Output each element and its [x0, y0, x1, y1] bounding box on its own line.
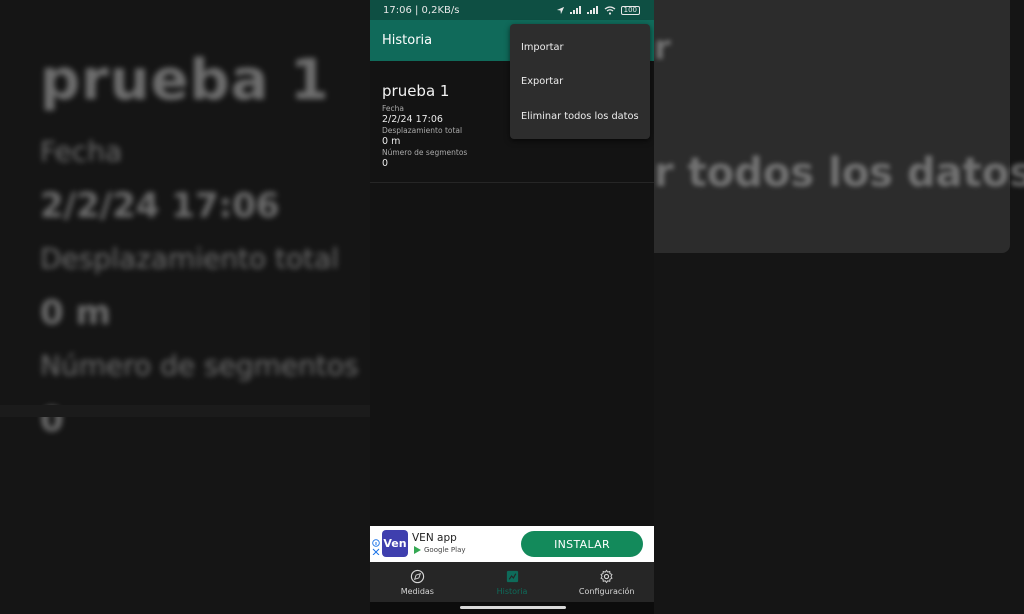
gear-icon: [600, 569, 613, 583]
backdrop-segments-label: Número de segmentos: [40, 349, 359, 382]
tab-medidas[interactable]: Medidas: [370, 562, 465, 602]
status-time: 17:06 | 0,2KB/s: [383, 4, 460, 16]
ad-info-icon[interactable]: [372, 539, 380, 555]
backdrop-record-name: prueba 1: [40, 48, 330, 113]
battery-icon: 100: [620, 5, 640, 15]
status-bar: 17:06 | 0,2KB/s 100: [370, 0, 654, 20]
tab-configuracion[interactable]: Configuración: [559, 562, 654, 602]
tab-label: Configuración: [578, 586, 635, 596]
history-icon: [506, 570, 518, 582]
backdrop-menu-fragment: r todos los datos: [654, 150, 1024, 196]
menu-item-export[interactable]: Exportar: [510, 65, 650, 100]
ad-store: Google Play: [414, 546, 466, 554]
status-icons: 100: [556, 5, 640, 15]
phone-screen: 17:06 | 0,2KB/s 100 Historia prueba 1 Fe…: [370, 0, 654, 614]
backdrop-record-blur: prueba 1 Fecha 2/2/24 17:06 Desplazamien…: [40, 48, 359, 456]
backdrop-right: r r todos los datos: [654, 0, 1024, 614]
backdrop-left: prueba 1 Fecha 2/2/24 17:06 Desplazamien…: [0, 0, 370, 614]
backdrop-menu-panel: [654, 0, 1010, 253]
backdrop-menu-fragment-top: r: [654, 28, 671, 68]
menu-item-import[interactable]: Importar: [510, 30, 650, 65]
backdrop-displacement-label: Desplazamiento total: [40, 242, 340, 275]
backdrop-date-value: 2/2/24 17:06: [40, 186, 280, 226]
ad-app-name: VEN app: [412, 532, 457, 544]
bottom-nav: Medidas Historia Configuración: [370, 562, 654, 602]
wifi-icon: [604, 5, 616, 15]
ad-store-label: Google Play: [424, 546, 466, 554]
segments-label: Número de segmentos: [382, 148, 468, 157]
home-indicator[interactable]: [460, 606, 566, 609]
ad-app-logo: Ven: [382, 530, 408, 557]
compass-icon: [410, 569, 424, 583]
tab-label: Historia: [496, 586, 528, 596]
backdrop-date-label: Fecha: [40, 135, 123, 168]
tab-label: Medidas: [400, 586, 434, 596]
location-icon: [556, 6, 564, 14]
gesture-area: [370, 602, 654, 614]
backdrop-displacement-value: 0 m: [40, 293, 111, 333]
signal-icon-2: [586, 6, 598, 14]
tab-historia[interactable]: Historia: [465, 562, 560, 602]
overflow-menu: Importar Exportar Eliminar todos los dat…: [510, 24, 650, 139]
google-play-icon: [414, 546, 421, 554]
menu-item-delete-all[interactable]: Eliminar todos los datos: [510, 99, 650, 134]
backdrop-divider: [0, 405, 370, 417]
ad-banner[interactable]: Ven VEN app Google Play INSTALAR: [370, 526, 654, 562]
install-button[interactable]: INSTALAR: [521, 531, 643, 557]
segments-value: 0: [382, 158, 389, 169]
signal-icon: [569, 6, 581, 14]
page-title: Historia: [382, 33, 433, 48]
